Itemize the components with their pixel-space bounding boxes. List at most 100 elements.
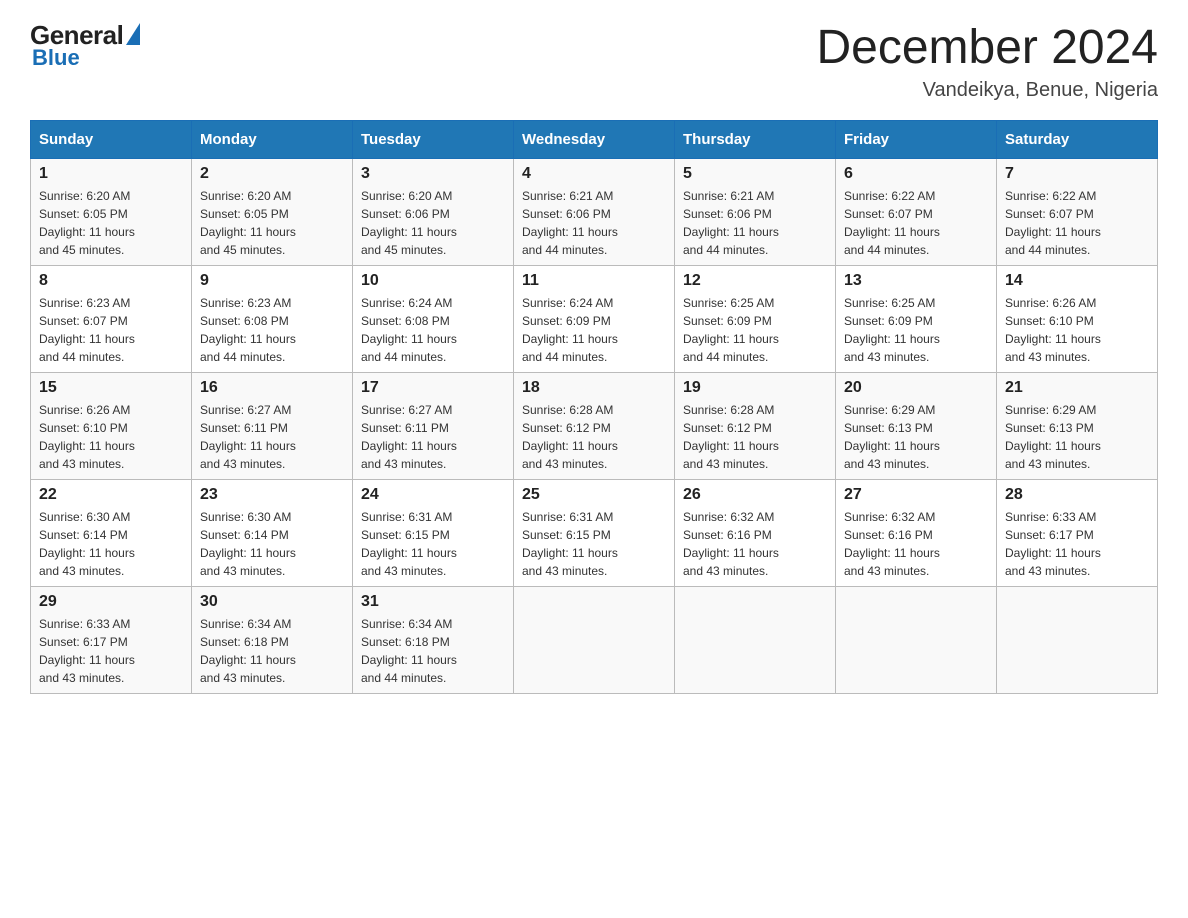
title-section: December 2024 Vandeikya, Benue, Nigeria: [816, 20, 1158, 102]
day-info: Sunrise: 6:33 AMSunset: 6:17 PMDaylight:…: [1005, 508, 1149, 580]
day-info: Sunrise: 6:30 AMSunset: 6:14 PMDaylight:…: [200, 508, 344, 580]
calendar-cell: 16Sunrise: 6:27 AMSunset: 6:11 PMDayligh…: [192, 373, 353, 480]
day-info: Sunrise: 6:21 AMSunset: 6:06 PMDaylight:…: [683, 187, 827, 259]
calendar-cell: 18Sunrise: 6:28 AMSunset: 6:12 PMDayligh…: [514, 373, 675, 480]
day-number: 25: [522, 486, 666, 504]
day-number: 7: [1005, 165, 1149, 183]
calendar-cell: 14 Sunrise: 6:26 AMSunset: 6:10 PMDayligh…: [997, 266, 1158, 373]
calendar-cell: 4 Sunrise: 6:21 AMSunset: 6:06 PMDaylight…: [514, 159, 675, 266]
day-info: Sunrise: 6:22 AMSunset: 6:07 PMDaylight:…: [844, 187, 988, 259]
calendar-cell: 2Sunrise: 6:20 AMSunset: 6:05 PMDaylight…: [192, 159, 353, 266]
day-info: Sunrise: 6:23 AMSunset: 6:07 PMDaylight:…: [39, 294, 183, 366]
calendar-week-row: 8 Sunrise: 6:23 AMSunset: 6:07 PMDaylight…: [31, 266, 1158, 373]
day-number: 5: [683, 165, 827, 183]
day-info: Sunrise: 6:33 AMSunset: 6:17 PMDaylight:…: [39, 615, 183, 687]
day-number: 20: [844, 379, 988, 397]
logo: General Blue: [30, 20, 140, 71]
day-header-monday: Monday: [192, 121, 353, 159]
day-number: 4: [522, 165, 666, 183]
day-header-thursday: Thursday: [675, 121, 836, 159]
calendar-cell: 1 Sunrise: 6:20 AMSunset: 6:05 PMDaylight…: [31, 159, 192, 266]
page-header: General Blue December 2024 Vandeikya, Be…: [30, 20, 1158, 102]
day-number: 29: [39, 593, 183, 611]
calendar-cell: 13Sunrise: 6:25 AMSunset: 6:09 PMDayligh…: [836, 266, 997, 373]
calendar-cell: 24 Sunrise: 6:31 AMSunset: 6:15 PMDayligh…: [353, 480, 514, 587]
day-info: Sunrise: 6:23 AMSunset: 6:08 PMDaylight:…: [200, 294, 344, 366]
day-number: 8: [39, 272, 183, 290]
day-info: Sunrise: 6:27 AMSunset: 6:11 PMDaylight:…: [361, 401, 505, 473]
calendar-cell: 10 Sunrise: 6:24 AMSunset: 6:08 PMDayligh…: [353, 266, 514, 373]
day-number: 28: [1005, 486, 1149, 504]
calendar-cell: 15 Sunrise: 6:26 AMSunset: 6:10 PMDayligh…: [31, 373, 192, 480]
day-number: 22: [39, 486, 183, 504]
day-number: 27: [844, 486, 988, 504]
day-info: Sunrise: 6:24 AMSunset: 6:09 PMDaylight:…: [522, 294, 666, 366]
day-info: Sunrise: 6:34 AMSunset: 6:18 PMDaylight:…: [361, 615, 505, 687]
day-number: 10: [361, 272, 505, 290]
day-number: 23: [200, 486, 344, 504]
day-number: 9: [200, 272, 344, 290]
calendar-week-row: 29 Sunrise: 6:33 AMSunset: 6:17 PMDayligh…: [31, 587, 1158, 694]
day-header-sunday: Sunday: [31, 121, 192, 159]
day-number: 6: [844, 165, 988, 183]
day-info: Sunrise: 6:26 AMSunset: 6:10 PMDaylight:…: [39, 401, 183, 473]
calendar-cell: 3Sunrise: 6:20 AMSunset: 6:06 PMDaylight…: [353, 159, 514, 266]
day-number: 13: [844, 272, 988, 290]
day-header-tuesday: Tuesday: [353, 121, 514, 159]
calendar-header-row: SundayMondayTuesdayWednesdayThursdayFrid…: [31, 121, 1158, 159]
calendar-cell: [675, 587, 836, 694]
calendar-week-row: 1 Sunrise: 6:20 AMSunset: 6:05 PMDaylight…: [31, 159, 1158, 266]
calendar-cell: 8 Sunrise: 6:23 AMSunset: 6:07 PMDaylight…: [31, 266, 192, 373]
day-number: 14: [1005, 272, 1149, 290]
day-number: 31: [361, 593, 505, 611]
calendar-cell: 30 Sunrise: 6:34 AMSunset: 6:18 PMDayligh…: [192, 587, 353, 694]
calendar-cell: 21Sunrise: 6:29 AMSunset: 6:13 PMDayligh…: [997, 373, 1158, 480]
day-info: Sunrise: 6:24 AMSunset: 6:08 PMDaylight:…: [361, 294, 505, 366]
day-number: 21: [1005, 379, 1149, 397]
calendar-week-row: 15 Sunrise: 6:26 AMSunset: 6:10 PMDayligh…: [31, 373, 1158, 480]
day-header-saturday: Saturday: [997, 121, 1158, 159]
day-info: Sunrise: 6:21 AMSunset: 6:06 PMDaylight:…: [522, 187, 666, 259]
day-info: Sunrise: 6:29 AMSunset: 6:13 PMDaylight:…: [844, 401, 988, 473]
day-info: Sunrise: 6:34 AMSunset: 6:18 PMDaylight:…: [200, 615, 344, 687]
calendar-cell: [514, 587, 675, 694]
day-info: Sunrise: 6:28 AMSunset: 6:12 PMDaylight:…: [683, 401, 827, 473]
calendar-cell: 9 Sunrise: 6:23 AMSunset: 6:08 PMDaylight…: [192, 266, 353, 373]
day-info: Sunrise: 6:22 AMSunset: 6:07 PMDaylight:…: [1005, 187, 1149, 259]
month-title: December 2024: [816, 20, 1158, 75]
day-info: Sunrise: 6:31 AMSunset: 6:15 PMDaylight:…: [361, 508, 505, 580]
calendar-cell: 11 Sunrise: 6:24 AMSunset: 6:09 PMDayligh…: [514, 266, 675, 373]
day-info: Sunrise: 6:20 AMSunset: 6:05 PMDaylight:…: [39, 187, 183, 259]
calendar-cell: 19Sunrise: 6:28 AMSunset: 6:12 PMDayligh…: [675, 373, 836, 480]
day-number: 16: [200, 379, 344, 397]
day-number: 1: [39, 165, 183, 183]
logo-blue-text: Blue: [32, 45, 80, 71]
calendar-cell: 31 Sunrise: 6:34 AMSunset: 6:18 PMDayligh…: [353, 587, 514, 694]
day-number: 11: [522, 272, 666, 290]
calendar-cell: 20 Sunrise: 6:29 AMSunset: 6:13 PMDayligh…: [836, 373, 997, 480]
calendar-cell: 27 Sunrise: 6:32 AMSunset: 6:16 PMDayligh…: [836, 480, 997, 587]
calendar-week-row: 22 Sunrise: 6:30 AMSunset: 6:14 PMDayligh…: [31, 480, 1158, 587]
calendar-cell: [997, 587, 1158, 694]
day-number: 30: [200, 593, 344, 611]
calendar-cell: 29 Sunrise: 6:33 AMSunset: 6:17 PMDayligh…: [31, 587, 192, 694]
day-number: 12: [683, 272, 827, 290]
day-number: 18: [522, 379, 666, 397]
day-number: 26: [683, 486, 827, 504]
calendar-cell: 17 Sunrise: 6:27 AMSunset: 6:11 PMDayligh…: [353, 373, 514, 480]
day-info: Sunrise: 6:26 AMSunset: 6:10 PMDaylight:…: [1005, 294, 1149, 366]
day-header-friday: Friday: [836, 121, 997, 159]
day-info: Sunrise: 6:32 AMSunset: 6:16 PMDaylight:…: [844, 508, 988, 580]
day-number: 24: [361, 486, 505, 504]
calendar-table: SundayMondayTuesdayWednesdayThursdayFrid…: [30, 120, 1158, 694]
logo-triangle-icon: [126, 23, 140, 45]
calendar-cell: 28 Sunrise: 6:33 AMSunset: 6:17 PMDayligh…: [997, 480, 1158, 587]
day-info: Sunrise: 6:30 AMSunset: 6:14 PMDaylight:…: [39, 508, 183, 580]
day-number: 17: [361, 379, 505, 397]
day-info: Sunrise: 6:25 AMSunset: 6:09 PMDaylight:…: [683, 294, 827, 366]
calendar-cell: 22 Sunrise: 6:30 AMSunset: 6:14 PMDayligh…: [31, 480, 192, 587]
day-info: Sunrise: 6:20 AMSunset: 6:06 PMDaylight:…: [361, 187, 505, 259]
day-info: Sunrise: 6:31 AMSunset: 6:15 PMDaylight:…: [522, 508, 666, 580]
calendar-cell: 26Sunrise: 6:32 AMSunset: 6:16 PMDayligh…: [675, 480, 836, 587]
day-number: 15: [39, 379, 183, 397]
